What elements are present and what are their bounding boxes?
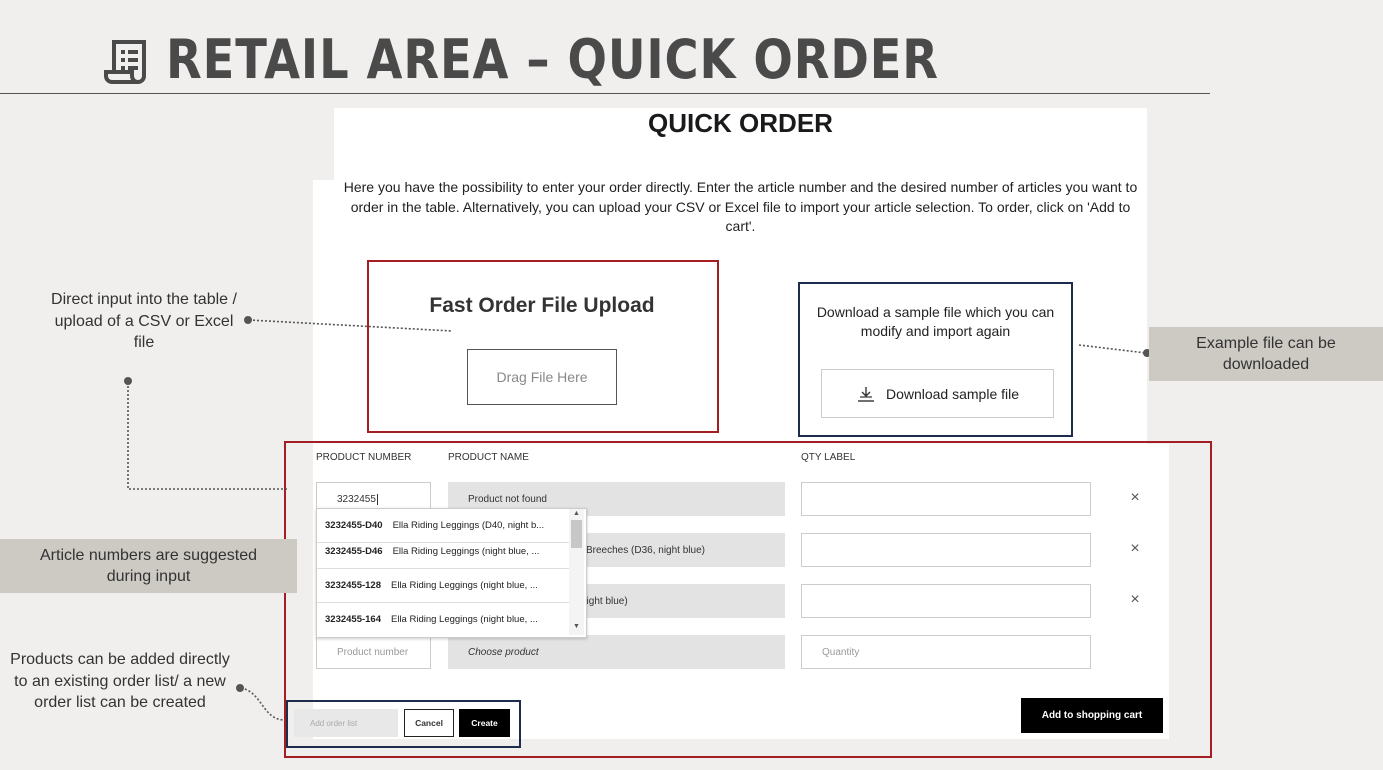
quantity-input[interactable]	[801, 533, 1091, 567]
new-quantity-input[interactable]: Quantity	[801, 635, 1091, 669]
choose-product-placeholder: Choose product	[468, 646, 539, 658]
remove-row-icon[interactable]: ×	[1125, 540, 1145, 558]
annotation-example-file-text: Example file can be downloaded	[1196, 334, 1336, 374]
annotation-suggested: Article numbers are suggested during inp…	[0, 539, 297, 593]
product-name-value: Product not found	[468, 493, 547, 505]
annotation-direct-input: Direct input into the table / upload of …	[51, 291, 237, 351]
download-sample-button[interactable]: Download sample file	[821, 369, 1054, 418]
drag-file-label: Drag File Here	[496, 369, 588, 385]
suggestion-code: 3232455-128	[325, 580, 381, 591]
remove-row-icon[interactable]: ×	[1125, 591, 1145, 609]
add-order-list-input[interactable]: Add order list	[294, 709, 398, 737]
drag-file-dropzone[interactable]: Drag File Here	[467, 349, 617, 405]
suggestion-name: Ella Riding Leggings (night blue, ...	[392, 546, 540, 557]
new-product-number-input[interactable]: Product number	[316, 635, 431, 669]
slide-title: RETAIL AREA – QUICK ORDER	[166, 28, 939, 91]
annotation-example-file: Example file can be downloaded	[1149, 327, 1383, 381]
text-cursor	[376, 493, 378, 505]
suggestion-name: Ella Riding Leggings (D40, night b...	[392, 520, 545, 531]
suggestion-item[interactable]: 3232455-164 Ella Riding Leggings (night b…	[317, 603, 569, 636]
download-description: Download a sample file which you can mod…	[816, 304, 1055, 339]
suggestion-item[interactable]: 3232455-D46 Ella Riding Leggings (night b…	[317, 535, 569, 569]
upload-title: Fast Order File Upload	[429, 294, 655, 317]
suggestion-code: 3232455-D40	[325, 520, 383, 531]
choose-product-select[interactable]: Choose product	[448, 635, 785, 669]
scroll-up-arrow-icon[interactable]: ▲	[569, 510, 584, 517]
create-button[interactable]: Create	[459, 709, 510, 737]
suggestion-code: 3232455-D46	[325, 546, 383, 557]
product-name-value: night blue)	[581, 595, 628, 607]
product-number-placeholder: Product number	[337, 646, 409, 658]
quantity-placeholder: Quantity	[822, 646, 860, 658]
scrollbar-thumb[interactable]	[571, 520, 582, 548]
quick-order-heading: QUICK ORDER	[648, 108, 833, 138]
product-name-value: Breeches (D36, night blue)	[586, 544, 705, 556]
download-icon	[857, 386, 874, 402]
quantity-input[interactable]	[801, 482, 1091, 516]
column-header-product-name: PRODUCT NAME	[448, 452, 529, 463]
annotation-order-list: Products can be added directly to an exi…	[10, 651, 230, 711]
column-header-qty: QTY LABEL	[801, 452, 856, 463]
suggestion-code: 3232455-164	[325, 614, 381, 625]
download-sample-label: Download sample file	[885, 385, 1020, 402]
order-list-placeholder: Add order list	[310, 718, 358, 728]
suggestion-item[interactable]: 3232455-128 Ella Riding Leggings (night b…	[317, 569, 569, 603]
column-header-product-number: PRODUCT NUMBER	[316, 452, 412, 463]
suggestion-name: Ella Riding Leggings (night blue, ...	[391, 614, 538, 625]
document-list-icon	[104, 40, 146, 84]
cancel-button[interactable]: Cancel	[404, 709, 454, 737]
remove-row-icon[interactable]: ×	[1125, 489, 1145, 507]
suggestion-name: Ella Riding Leggings (night blue, ...	[391, 580, 538, 591]
title-divider	[0, 93, 1210, 94]
add-to-cart-button[interactable]: Add to shopping cart	[1021, 698, 1163, 733]
product-number-value: 3232455	[337, 493, 376, 505]
upload-highlight-frame	[367, 260, 719, 433]
quick-order-intro: Here you have the possibility to enter y…	[343, 179, 1138, 234]
scroll-down-arrow-icon[interactable]: ▼	[569, 623, 584, 630]
annotation-suggested-text: Article numbers are suggested during inp…	[40, 546, 257, 586]
suggestion-dropdown: 3232455-D40 Ella Riding Leggings (D40, ni…	[316, 508, 587, 638]
quantity-input[interactable]	[801, 584, 1091, 618]
